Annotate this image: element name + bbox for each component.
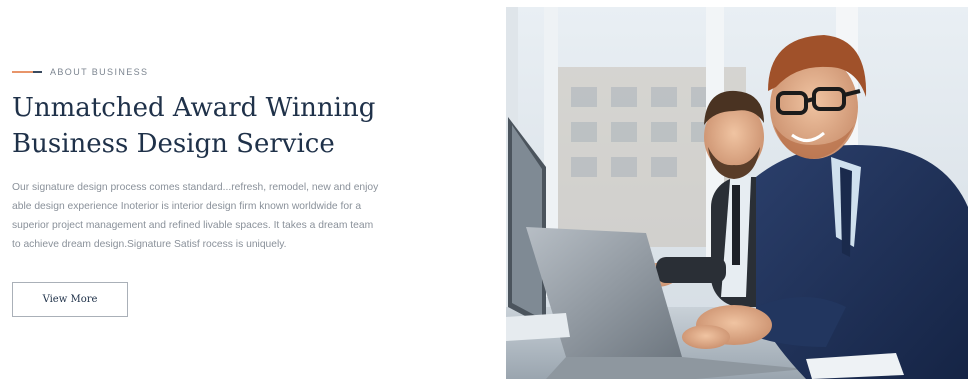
description-line-1: Our signature design process comes stand… bbox=[12, 182, 379, 193]
eyebrow-accent-line bbox=[12, 71, 42, 73]
description-line-3: superior project management and refined … bbox=[12, 220, 374, 231]
view-more-button[interactable]: View More bbox=[12, 282, 128, 317]
about-content: ABOUT BUSINESS Unmatched Award Winning B… bbox=[12, 0, 482, 379]
description-line-4: to achieve dream design.Signature Satisf… bbox=[12, 239, 287, 250]
photo-illustration bbox=[506, 7, 968, 379]
heading-line-1: Unmatched Award Winning bbox=[12, 93, 376, 123]
about-business-section: ABOUT BUSINESS Unmatched Award Winning B… bbox=[0, 0, 968, 379]
section-eyebrow: ABOUT BUSINESS bbox=[12, 65, 148, 79]
section-heading: Unmatched Award Winning Business Design … bbox=[12, 90, 472, 162]
section-description: Our signature design process comes stand… bbox=[12, 178, 442, 254]
eyebrow-label: ABOUT BUSINESS bbox=[50, 67, 149, 77]
description-line-2: able design experience Inoterior is inte… bbox=[12, 201, 362, 212]
business-photo bbox=[506, 7, 968, 379]
heading-line-2: Business Design Service bbox=[12, 129, 335, 159]
